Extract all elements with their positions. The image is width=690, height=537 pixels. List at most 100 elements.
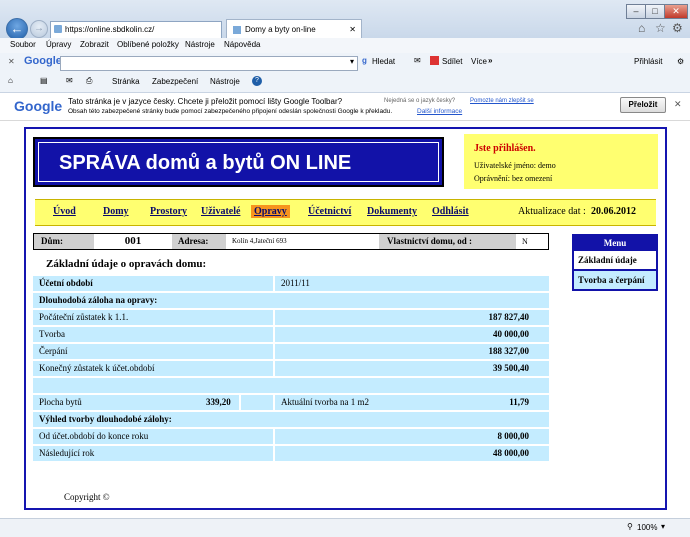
menu-napoveda[interactable]: Nápověda — [224, 40, 260, 49]
row-value: 188 327,00 — [488, 346, 530, 356]
row-label: Čerpání — [39, 346, 68, 356]
cell-separator — [239, 395, 241, 410]
translate-help-link[interactable]: Pomozte nám zlepšit se — [470, 98, 534, 104]
side-menu-zakladni[interactable]: Základní údaje — [574, 251, 656, 271]
site-header: SPRÁVA domů a bytů ON LINE — [33, 137, 444, 187]
tab-close-icon[interactable]: ✕ — [349, 20, 356, 39]
site-favicon-icon — [54, 25, 62, 33]
favorites-star-icon[interactable]: ☆ — [655, 21, 666, 35]
menu-nastroje[interactable]: Nástroje — [185, 40, 215, 49]
permission-label: Oprávnění: bez omezení — [474, 174, 553, 183]
menu-zobrazit[interactable]: Zobrazit — [80, 40, 109, 49]
section1-heading: Dlouhodobá záloha na opravy: — [39, 295, 158, 305]
translate-button[interactable]: Přeložit — [620, 97, 666, 113]
translate-info-link[interactable]: Další informace — [417, 108, 462, 115]
nav-uzivatele[interactable]: Uživatelé — [201, 206, 240, 217]
wrench-icon[interactable]: ⚙ — [677, 57, 684, 66]
vice-button[interactable]: Více — [471, 57, 487, 66]
address-text[interactable]: https://online.sbdkolin.cz/ — [65, 25, 154, 34]
nav-domy[interactable]: Domy — [103, 206, 129, 217]
side-menu-tvorba[interactable]: Tvorba a čerpání — [574, 271, 656, 289]
table-row-empty — [33, 378, 549, 393]
mail-icon[interactable]: ✉ — [414, 56, 421, 65]
zoom-icon: ⚲ — [627, 522, 633, 531]
nav-uvod[interactable]: Úvod — [53, 206, 76, 217]
nav-odhlasit[interactable]: Odhlásit — [432, 206, 469, 217]
address-bar[interactable]: https://online.sbdkolin.cz/ — [50, 21, 222, 39]
maximize-button[interactable]: □ — [645, 4, 665, 19]
sdilet-button[interactable]: Sdílet — [442, 57, 462, 66]
vlastnictvi-value: N — [522, 237, 528, 246]
cell-separator — [273, 276, 275, 291]
minimize-button[interactable]: – — [626, 4, 646, 19]
tools-gear-icon[interactable]: ⚙ — [672, 21, 683, 35]
table-row: Následující rok 48 000,00 — [33, 446, 549, 461]
login-heading: Jste přihlášen. — [474, 143, 536, 154]
zoom-dropdown-icon[interactable]: ▾ — [661, 522, 665, 531]
row-value: 39 500,40 — [493, 363, 529, 373]
cmd-nastroje[interactable]: Nástroje — [210, 77, 240, 86]
translate-message: Tato stránka je v jazyce česky. Chcete j… — [68, 97, 343, 106]
print-icon[interactable]: ⎙ — [86, 76, 92, 86]
obdobi-label: Účetní období — [39, 278, 93, 288]
cell-separator — [273, 344, 275, 359]
zoom-level[interactable]: 100% — [637, 523, 657, 532]
dum-label: Dům: — [34, 234, 94, 249]
nav-opravy[interactable]: Opravy — [251, 205, 290, 218]
home-icon[interactable]: ⌂ — [638, 21, 645, 35]
table-row: Čerpání 188 327,00 — [33, 344, 549, 359]
table-row: Počáteční zůstatek k 1.1. 187 827,40 — [33, 310, 549, 325]
row-value: 40 000,00 — [493, 329, 529, 339]
back-button[interactable]: ← — [6, 18, 28, 40]
toolbar-close-icon[interactable]: ✕ — [8, 57, 15, 66]
side-menu-title: Menu — [574, 236, 656, 251]
row-value: 8 000,00 — [497, 431, 530, 441]
forward-button[interactable]: → — [30, 20, 48, 38]
table-row: Tvorba 40 000,00 — [33, 327, 549, 342]
cell-separator — [273, 429, 275, 444]
plocha-label: Plocha bytů — [39, 397, 82, 407]
share-icon — [430, 56, 439, 65]
row-label: Od účet.období do konce roku — [39, 431, 149, 441]
home-small-icon[interactable]: ⌂ — [8, 76, 13, 85]
adresa-label: Adresa: — [172, 234, 226, 249]
feeds-icon[interactable]: ▤ — [40, 76, 48, 85]
nav-prostory[interactable]: Prostory — [150, 206, 187, 217]
google-search-input[interactable] — [60, 56, 358, 71]
menu-oblibene[interactable]: Oblíbené položky — [117, 40, 179, 49]
browser-menubar: Soubor Úpravy Zobrazit Oblíbené položky … — [0, 38, 690, 53]
tab-favicon-icon — [233, 25, 241, 34]
browser-tab[interactable]: Domy a byty on-line ✕ — [226, 19, 362, 39]
read-mail-icon[interactable]: ✉ — [66, 76, 73, 85]
command-bar: ⌂ ▤ ✉ ⎙ Stránka Zabezpečení Nástroje ? — [0, 73, 690, 93]
cmd-zabezpeceni[interactable]: Zabezpečení — [152, 77, 198, 86]
close-window-button[interactable]: ✕ — [664, 4, 688, 19]
infobar-close-icon[interactable]: ✕ — [674, 99, 682, 110]
status-bar: ⚲ 100% ▾ — [0, 518, 690, 537]
obdobi-value: 2011/11 — [281, 278, 310, 288]
hledat-button[interactable]: Hledat — [372, 57, 395, 66]
table-row-plocha: Plocha bytů 339,20 Aktuální tvorba na 1 … — [33, 395, 549, 410]
section2-heading: Výhled tvorby dlouhodobé zálohy: — [39, 414, 172, 424]
google-toolbar-logo: Google — [24, 55, 62, 67]
update-label: Aktualizace dat : — [518, 206, 586, 217]
translate-note: Obsah této zabezpečené stránky bude pomo… — [68, 108, 393, 115]
nav-ucetnictvi[interactable]: Účetnictví — [308, 206, 351, 217]
tvorba-m2-value: 11,79 — [509, 397, 529, 407]
browser-titlebar: ← → https://online.sbdkolin.cz/ Domy a b… — [0, 0, 690, 40]
menu-soubor[interactable]: Soubor — [10, 40, 36, 49]
cell-separator — [273, 361, 275, 376]
signin-link[interactable]: Přihlásit — [634, 57, 662, 66]
cmd-stranka[interactable]: Stránka — [112, 77, 140, 86]
cell-separator — [273, 327, 275, 342]
help-icon[interactable]: ? — [252, 76, 262, 86]
nav-dokumenty[interactable]: Dokumenty — [367, 206, 417, 217]
menu-upravy[interactable]: Úpravy — [46, 40, 71, 49]
copyright-text: Copyright © — [64, 492, 110, 502]
search-dropdown-icon[interactable]: ▾ — [350, 57, 354, 66]
update-date: 20.06.2012 — [591, 206, 636, 217]
row-label: Následující rok — [39, 448, 95, 458]
row-value: 48 000,00 — [493, 448, 529, 458]
more-chevron-icon: » — [488, 56, 493, 65]
tab-title: Domy a byty on-line — [245, 25, 316, 34]
